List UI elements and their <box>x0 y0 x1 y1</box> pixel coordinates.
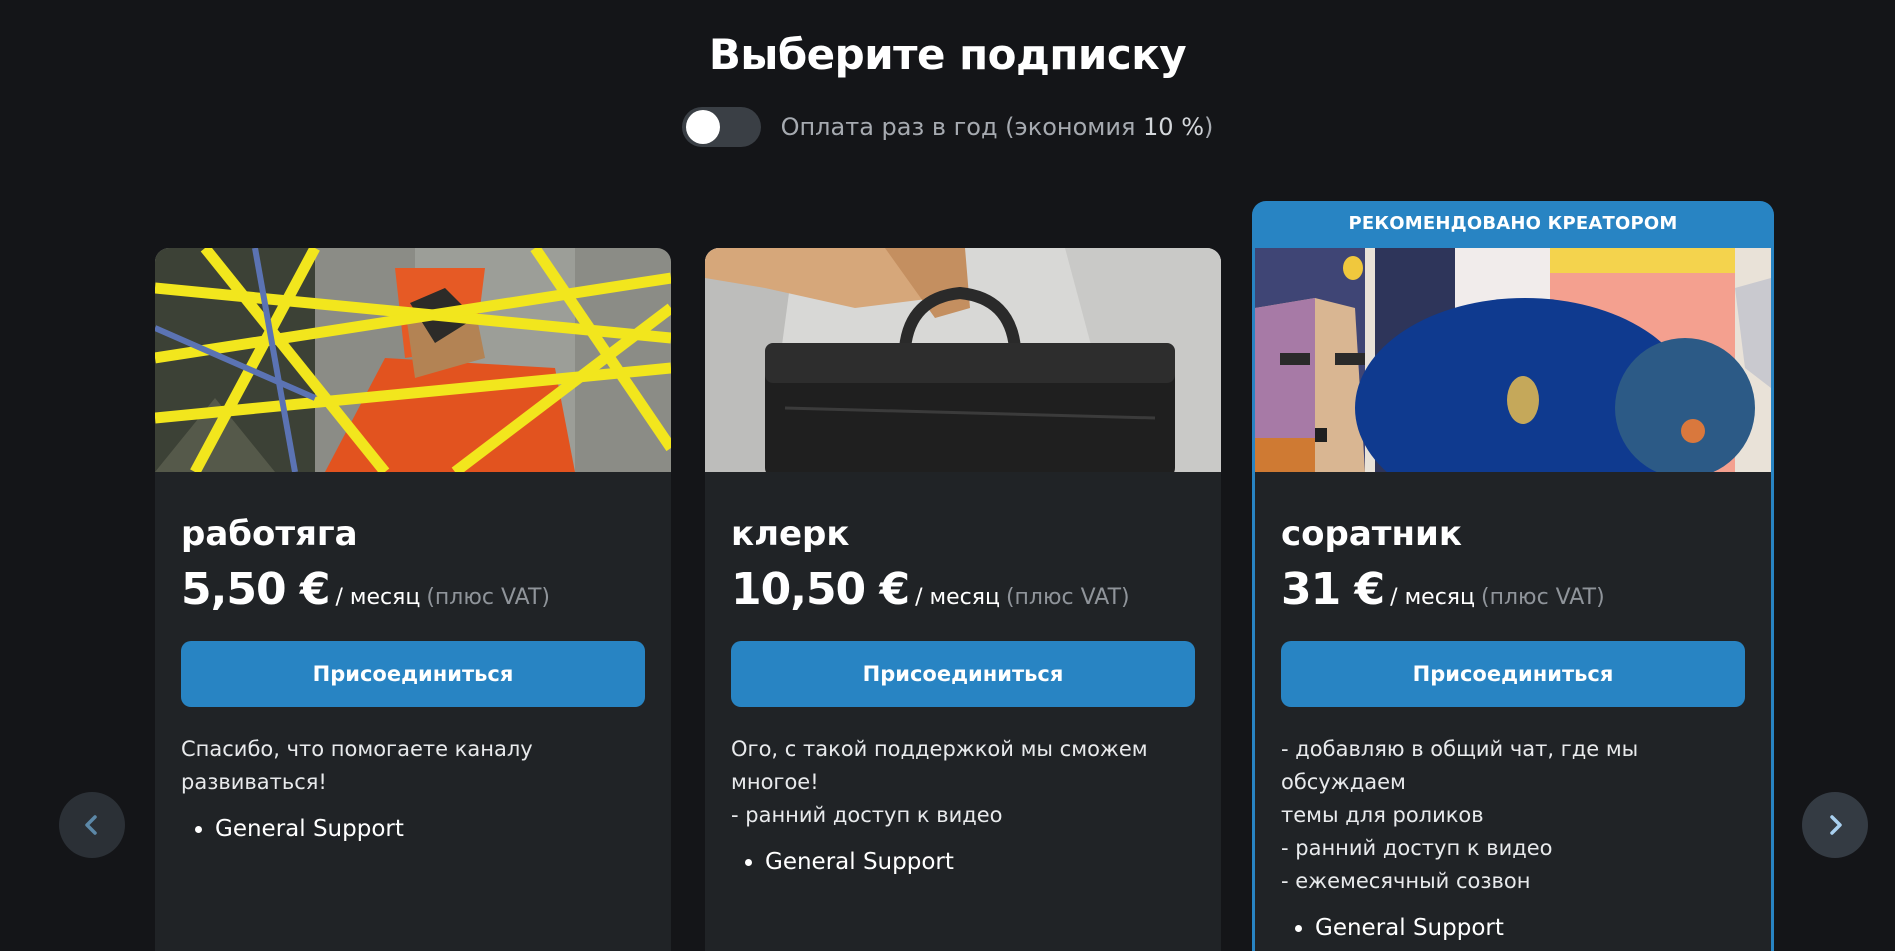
price-row: 5,50 € / месяц (плюс VAT) <box>181 564 645 615</box>
benefits-list: General Support <box>181 813 645 845</box>
tier-description-line: - добавляю в общий чат, где мы обсуждаем <box>1281 737 1639 794</box>
tier-price: 5,50 € <box>181 564 330 615</box>
tier-description-line: Ого, с такой поддержкой мы сможем многое… <box>731 737 1148 794</box>
annual-billing-toggle[interactable] <box>681 107 761 147</box>
tier-image-worker <box>155 248 671 472</box>
join-button[interactable]: Присоединиться <box>1281 641 1745 707</box>
tier-image-briefcase <box>705 248 1221 472</box>
join-button[interactable]: Присоединиться <box>181 641 645 707</box>
page: Выберите подписку Оплата раз в год (экон… <box>0 0 1895 951</box>
toggle-knob <box>685 110 720 144</box>
chevron-left-icon <box>85 815 97 835</box>
tier-price: 31 € <box>1281 564 1385 615</box>
carousel-next-button[interactable] <box>1802 792 1868 858</box>
tier-description-line: - ранний доступ к видео <box>1281 836 1553 860</box>
tier-name: клерк <box>731 514 850 554</box>
page-title: Выберите подписку <box>708 30 1187 79</box>
price-row: 31 € / месяц (плюс VAT) <box>1281 564 1745 615</box>
chevron-right-icon <box>1830 815 1842 835</box>
tier-card-klerk: клерк 10,50 € / месяц (плюс VAT) Присоед… <box>705 248 1221 951</box>
recommended-banner: РЕКОМЕНДОВАНО КРЕАТОРОМ <box>1348 213 1678 234</box>
benefit-item: General Support <box>765 846 1195 878</box>
tier-vat-note: (плюс VAT) <box>426 585 550 610</box>
tier-description-line: - ранний доступ к видео <box>731 803 1003 827</box>
billing-toggle-label: Оплата раз в год (экономия 10 %) <box>780 113 1214 141</box>
tier-description-line: Спасибо, что помогаете каналу развиватьс… <box>181 737 533 794</box>
tier-card-inner: соратник 31 € / месяц (плюс VAT) Присоед… <box>1255 248 1771 951</box>
tier-name: соратник <box>1281 514 1462 554</box>
carousel-prev-button[interactable] <box>59 792 125 858</box>
tier-card-body: работяга 5,50 € / месяц (плюс VAT) Присо… <box>155 472 671 845</box>
tier-description-line: - ежемесячный созвон <box>1281 869 1531 893</box>
tier-period: / месяц <box>915 585 1000 610</box>
benefits-list: General Support <box>1281 912 1745 944</box>
price-row: 10,50 € / месяц (плюс VAT) <box>731 564 1195 615</box>
billing-toggle-row: Оплата раз в год (экономия 10 %) <box>0 107 1895 147</box>
tier-vat-note: (плюс VAT) <box>1481 585 1605 610</box>
benefits-list: General Support <box>731 846 1195 878</box>
benefit-item: General Support <box>1315 912 1745 944</box>
tier-description-line: темы для роликов <box>1281 803 1484 827</box>
tier-period: / месяц <box>1390 585 1476 610</box>
tier-card-body: клерк 10,50 € / месяц (плюс VAT) Присоед… <box>705 472 1221 878</box>
benefit-item: General Support <box>215 813 645 845</box>
tier-image-people <box>1255 248 1771 472</box>
tier-card-rabotyaga: работяга 5,50 € / месяц (плюс VAT) Присо… <box>155 248 671 951</box>
tier-period: / месяц <box>335 585 421 610</box>
tier-card-body: соратник 31 € / месяц (плюс VAT) Присоед… <box>1255 472 1771 944</box>
join-button[interactable]: Присоединиться <box>731 641 1195 707</box>
tier-price: 10,50 € <box>731 564 910 615</box>
tier-name: работяга <box>181 514 358 554</box>
tier-vat-note: (плюс VAT) <box>1005 585 1130 610</box>
tier-card-soratnik: РЕКОМЕНДОВАНО КРЕАТОРОМ соратник 31 € / … <box>1252 201 1774 951</box>
